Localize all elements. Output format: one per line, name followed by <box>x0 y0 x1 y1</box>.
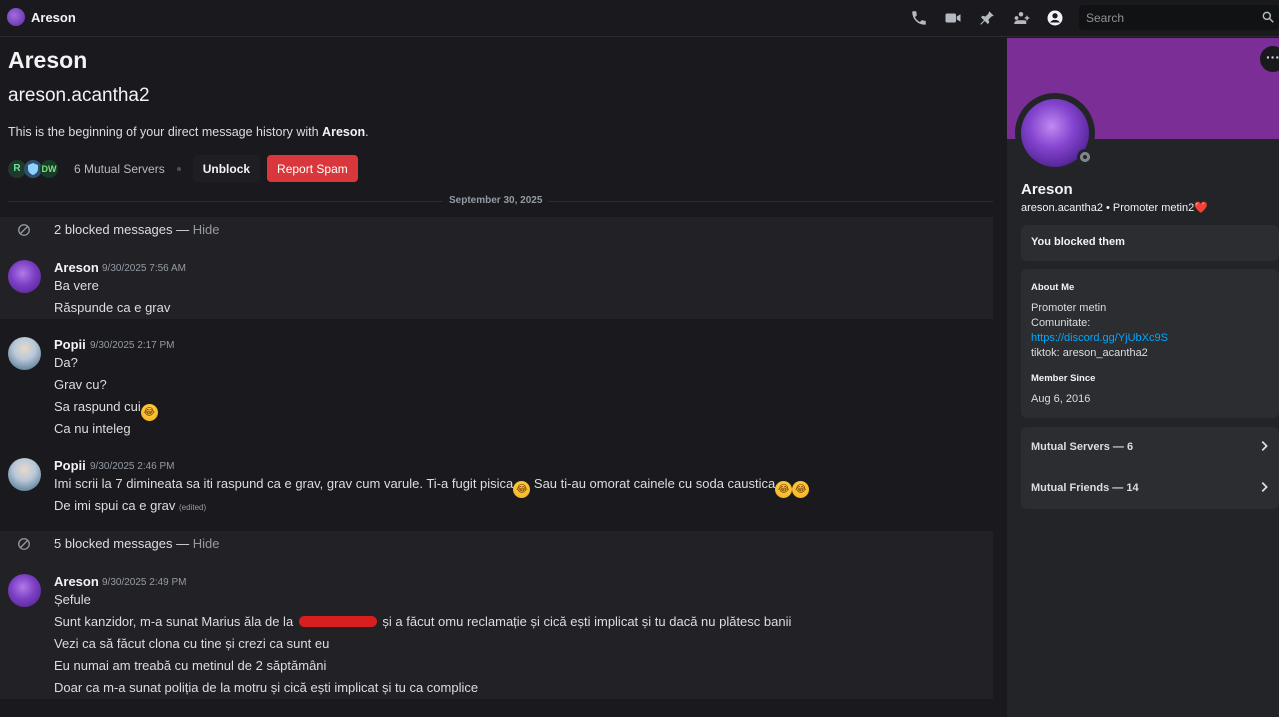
message-timestamp: 9/30/2025 2:46 PM <box>90 461 175 472</box>
unblock-button[interactable]: Unblock <box>192 155 261 182</box>
message-author[interactable]: Popii <box>54 458 86 473</box>
member-since-date: Aug 6, 2016 <box>1031 393 1091 405</box>
blocked-messages-row: 5 blocked messages — Hide <box>0 531 993 557</box>
dm-display-name: Areson <box>8 47 88 73</box>
message-text: Vezi ca să făcut clona cu tine și crezi … <box>54 636 330 651</box>
mutual-friends-label: Mutual Friends — 14 <box>1031 482 1139 494</box>
chevron-right-icon <box>1257 439 1271 453</box>
message-text: Răspunde ca e grav <box>54 300 171 315</box>
message-text: Ba vere <box>54 278 99 293</box>
about-text: Comunitate: <box>1031 317 1091 329</box>
mutual-servers-label: Mutual Servers — 6 <box>1031 441 1134 453</box>
avatar[interactable] <box>8 574 41 607</box>
blocked-notice-card: You blocked them <box>1021 225 1279 261</box>
chevron-right-icon <box>1257 480 1271 494</box>
avatar[interactable] <box>8 458 41 491</box>
heart-icon: ❤️ <box>1194 202 1208 214</box>
dm-intro-text: This is the beginning of your direct mes… <box>8 125 369 139</box>
about-card: About Me Promoter metin Comunitate: http… <box>1021 269 1279 418</box>
hide-blocked-link[interactable]: Hide <box>193 536 220 551</box>
message-timestamp: 9/30/2025 2:49 PM <box>102 577 187 588</box>
avatar[interactable] <box>8 260 41 293</box>
message-text: Ca nu inteleg <box>54 421 131 436</box>
laughing-emoji-icon: 😂 <box>140 404 158 421</box>
message-timestamp: 9/30/2025 2:17 PM <box>90 340 175 351</box>
message-text: Sa raspund cui 😂 <box>54 399 158 421</box>
message-timestamp: 9/30/2025 7:56 AM <box>102 263 186 274</box>
video-camera-icon[interactable] <box>944 9 962 27</box>
laughing-emoji-icon: 😂 <box>513 481 531 498</box>
edited-tag: (edited) <box>179 503 207 512</box>
redaction-mark <box>298 616 377 627</box>
offline-status-icon <box>1077 149 1093 165</box>
dm-username: areson.acantha2 <box>8 85 150 106</box>
about-heading: About Me <box>1031 282 1075 293</box>
add-friend-icon[interactable] <box>1012 9 1030 27</box>
message-author[interactable]: Areson <box>54 260 99 275</box>
about-text: tiktok: areson_acantha2 <box>1031 347 1148 359</box>
date-divider-label: September 30, 2025 <box>443 195 549 206</box>
server-icon: DW <box>40 159 58 178</box>
user-profile-icon[interactable] <box>1046 9 1064 27</box>
blocked-messages-row: 2 blocked messages — Hide <box>0 217 993 243</box>
mutual-friends-row[interactable]: Mutual Friends — 14 <box>1021 468 1279 508</box>
avatar[interactable] <box>8 337 41 370</box>
top-bar: Areson Search <box>0 0 1279 37</box>
laughing-emoji-icon: 😂 <box>775 481 793 498</box>
mutual-servers-row[interactable]: Mutual Servers — 6 <box>1021 427 1279 467</box>
blocked-icon <box>17 537 31 551</box>
profile-subtitle: areson.acantha2 • Promoter metin2❤️ <box>1021 202 1208 214</box>
phone-call-icon[interactable] <box>910 9 928 27</box>
mutual-server-icons[interactable]: R DW <box>8 158 64 180</box>
mutuals-card: Mutual Servers — 6 Mutual Friends — 14 <box>1021 427 1279 509</box>
search-icon <box>1261 10 1275 24</box>
mutual-servers-link[interactable]: 6 Mutual Servers <box>74 162 165 176</box>
blocked-count-text: 5 blocked messages — <box>54 536 193 551</box>
mutual-actions-row: R DW 6 Mutual Servers Unblock Report Spa… <box>8 155 358 182</box>
report-spam-button[interactable]: Report Spam <box>267 155 358 182</box>
pin-icon[interactable] <box>978 9 996 27</box>
dm-title: Areson <box>31 10 76 25</box>
message-text: Șefule <box>54 592 91 607</box>
search-placeholder: Search <box>1086 11 1125 25</box>
search-input[interactable]: Search <box>1079 5 1279 30</box>
profile-avatar-ring <box>1015 93 1095 173</box>
more-options-icon[interactable]: ··· <box>1260 46 1279 72</box>
dm-avatar <box>7 8 25 26</box>
blocked-count-text: 2 blocked messages — <box>54 222 193 237</box>
message-text: Da? <box>54 355 78 370</box>
message-text: Doar ca m-a sunat poliția de la motru și… <box>54 680 479 695</box>
message-text: Sunt kanzidor, m-a sunat Marius ăla de l… <box>54 614 792 629</box>
discord-invite-link[interactable]: https://discord.gg/YjUbXc9S <box>1031 332 1168 344</box>
chat-area: Areson areson.acantha2 This is the begin… <box>0 38 1007 717</box>
user-profile-panel: ··· Areson areson.acantha2 • Promoter me… <box>1007 38 1279 717</box>
about-text: Promoter metin <box>1031 302 1107 314</box>
message-author[interactable]: Popii <box>54 337 86 352</box>
message-text: Eu numai am treabă cu metinul de 2 săptă… <box>54 658 327 673</box>
separator-dot <box>176 166 181 171</box>
hide-blocked-link[interactable]: Hide <box>193 222 220 237</box>
laughing-emoji-icon: 😂 <box>792 481 810 498</box>
blocked-notice-text: You blocked them <box>1031 236 1125 248</box>
message-author[interactable]: Areson <box>54 574 99 589</box>
message-text: Imi scrii la 7 dimineata sa iti raspund … <box>54 476 810 498</box>
blocked-icon <box>17 223 31 237</box>
message-text: De imi spui ca e grav (edited) <box>54 498 207 513</box>
profile-display-name: Areson <box>1021 181 1073 198</box>
member-since-heading: Member Since <box>1031 373 1096 384</box>
message-text: Grav cu? <box>54 377 107 392</box>
